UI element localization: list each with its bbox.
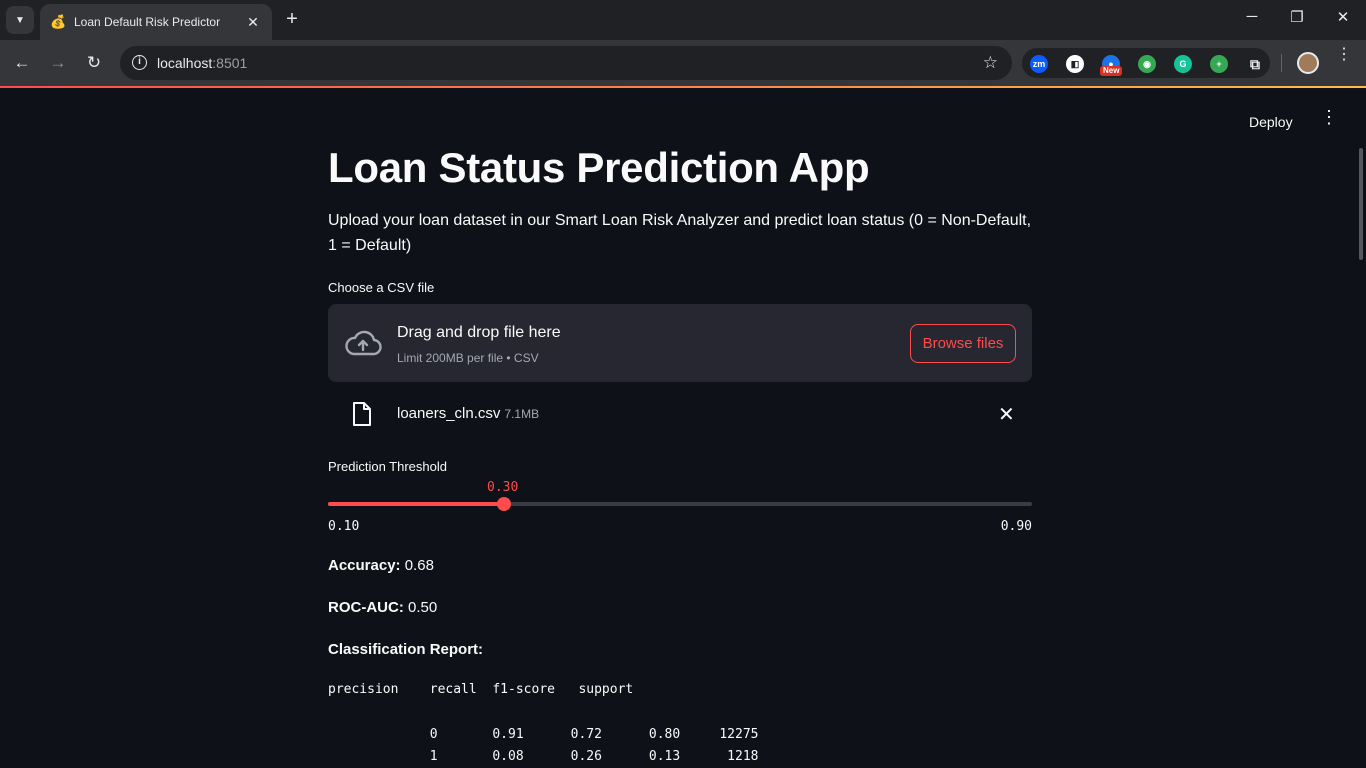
new-badge: New — [1100, 66, 1123, 76]
url-text: localhost:8501 — [157, 55, 248, 71]
browser-menu-icon[interactable]: ⋮ — [1336, 47, 1352, 63]
slider-max-label: 0.90 — [1000, 519, 1032, 534]
browser-toolbar: ← → ↻ i localhost:8501 ☆ zm ◧ ● ◉ G + New ⧉ ⋮ — [0, 40, 1366, 86]
file-icon — [353, 402, 371, 426]
report-heading: Classification Report: — [328, 641, 484, 658]
grammarly-icon[interactable]: G — [1174, 55, 1192, 73]
site-info-icon[interactable]: i — [132, 55, 147, 70]
accuracy-metric: Accuracy: 0.68 — [328, 557, 434, 574]
slider-fill — [328, 502, 504, 506]
threshold-slider[interactable] — [328, 497, 1032, 511]
extensions-puzzle-icon[interactable]: ⧉ — [1246, 55, 1264, 73]
uploaded-file-row: loaners_cln.csv 7.1MB ✕ — [328, 394, 1032, 434]
tab-search-button[interactable]: ▼ — [6, 6, 34, 34]
add-extension-icon[interactable]: + — [1210, 55, 1228, 73]
dropzone-title: Drag and drop file here — [397, 324, 561, 341]
roc-auc-metric: ROC-AUC: 0.50 — [328, 599, 438, 616]
address-bar[interactable]: i localhost:8501 ☆ — [120, 46, 1012, 80]
slider-min-label: 0.10 — [328, 519, 360, 534]
page-description: Upload your loan dataset in our Smart Lo… — [328, 212, 1032, 254]
restore-icon[interactable]: ❐ — [1285, 8, 1309, 26]
new-tab-button[interactable]: + — [282, 8, 302, 32]
report-row: 1 0.08 0.26 0.13 1218 — [328, 749, 759, 764]
forward-arrow-icon[interactable]: → — [47, 52, 69, 74]
report-header: precision recall f1-score support — [328, 682, 634, 697]
bookmark-star-icon[interactable]: ☆ — [983, 53, 998, 73]
extension-4-icon[interactable]: ◉ — [1138, 55, 1156, 73]
page-title: Loan Status Prediction App — [328, 144, 870, 191]
dropzone-limit: Limit 200MB per file • CSV — [397, 351, 539, 365]
tab-close-icon[interactable]: ✕ — [244, 14, 262, 31]
window-close-icon[interactable]: ✕ — [1331, 8, 1355, 26]
remove-file-icon[interactable]: ✕ — [998, 402, 1015, 427]
money-bag-icon: 💰 — [50, 14, 67, 29]
app-menu-icon[interactable]: ⋮ — [1320, 108, 1338, 126]
file-dropzone[interactable]: Drag and drop file here Limit 200MB per … — [328, 304, 1032, 382]
profile-avatar[interactable] — [1297, 52, 1319, 74]
tab-title: Loan Default Risk Predictor — [74, 15, 221, 29]
slider-thumb[interactable] — [497, 497, 511, 511]
chevron-down-icon: ▼ — [15, 14, 25, 26]
uploader-label: Choose a CSV file — [328, 280, 435, 295]
browse-files-button[interactable]: Browse files — [910, 324, 1016, 363]
minimize-icon[interactable]: ─ — [1240, 8, 1264, 25]
extensions-group: zm ◧ ● ◉ G + New ⧉ — [1022, 48, 1270, 78]
file-size: 7.1MB — [504, 407, 540, 421]
report-row: 0 0.91 0.72 0.80 12275 — [328, 727, 759, 742]
scrollbar[interactable] — [1359, 148, 1363, 260]
zoom-extension-icon[interactable]: zm — [1030, 55, 1048, 73]
cloud-upload-icon — [345, 330, 382, 356]
browser-tab[interactable]: 💰 Loan Default Risk Predictor ✕ — [40, 4, 272, 40]
file-name: loaners_cln.csv 7.1MB — [397, 405, 540, 422]
back-arrow-icon[interactable]: ← — [11, 52, 33, 74]
toolbar-divider — [1281, 54, 1282, 72]
deploy-button[interactable]: Deploy — [1249, 114, 1293, 130]
slider-label: Prediction Threshold — [328, 459, 447, 474]
slider-current-value: 0.30 — [487, 480, 519, 495]
extension-2-icon[interactable]: ◧ — [1066, 55, 1084, 73]
tab-strip: ▼ 💰 Loan Default Risk Predictor ✕ + ─ ❐ … — [0, 0, 1366, 40]
streamlit-app: Deploy ⋮ Loan Status Prediction App Uplo… — [0, 88, 1366, 768]
reload-icon[interactable]: ↻ — [83, 52, 105, 74]
